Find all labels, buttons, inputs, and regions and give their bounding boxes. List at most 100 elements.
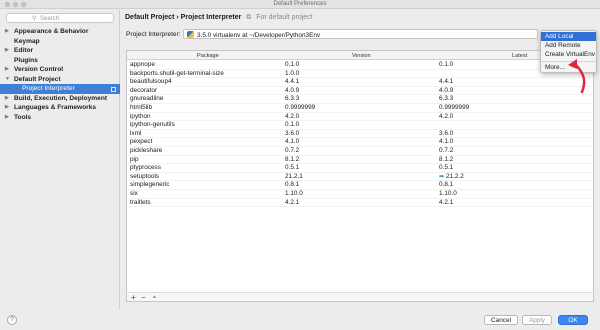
- sidebar-item-default-project[interactable]: ▼ Default Project: [0, 75, 120, 85]
- column-header-latest[interactable]: Latest: [512, 53, 527, 59]
- package-version: 1.10.0: [285, 189, 303, 197]
- sidebar-item-build[interactable]: ▶ Build, Execution, Deployment: [0, 94, 120, 104]
- table-row[interactable]: appnope 0.1.0 0.1.0: [127, 61, 593, 70]
- sidebar-item-keymap[interactable]: Keymap: [0, 37, 120, 47]
- package-name: ptyprocess: [130, 164, 161, 172]
- table-row[interactable]: six 1.10.0 1.10.0: [127, 190, 593, 199]
- annotation-arrow-icon: [568, 59, 586, 94]
- apply-button[interactable]: Apply: [522, 315, 552, 325]
- table-row[interactable]: pip 8.1.2 8.1.2: [127, 156, 593, 165]
- package-version: 0.9999999: [285, 103, 316, 111]
- package-version: 4.0.9: [285, 86, 300, 94]
- remove-package-button[interactable]: −: [141, 293, 146, 302]
- chevron-right-icon[interactable]: ▶: [5, 94, 9, 104]
- interpreter-label: Project Interpreter:: [126, 31, 181, 38]
- settings-sidebar: ⚲ Search ▶ Appearance & Behavior Keymap …: [0, 10, 120, 310]
- table-row[interactable]: decorator 4.0.9 4.0.9: [127, 87, 593, 96]
- menu-item-add-local[interactable]: Add Local: [541, 32, 596, 42]
- table-row[interactable]: html5lib 0.9999999 0.9999999: [127, 104, 593, 113]
- sidebar-item-appearance[interactable]: ▶ Appearance & Behavior: [0, 27, 120, 37]
- table-row[interactable]: pickleshare 0.7.2 0.7.2: [127, 147, 593, 156]
- package-name: pexpect: [130, 138, 153, 146]
- package-latest: 4.2.0: [439, 112, 454, 120]
- package-name: ipython-genutils: [130, 121, 175, 129]
- table-row[interactable]: simplegeneric 0.8.1 0.8.1: [127, 181, 593, 190]
- package-version: 0.1.0: [285, 61, 300, 68]
- project-scope-icon: ⧉: [246, 14, 252, 21]
- package-latest: 3.6.0: [439, 129, 454, 137]
- package-version: 1.0.0: [285, 69, 300, 77]
- column-header-version[interactable]: Version: [352, 53, 371, 59]
- table-row[interactable]: beautifulsoup4 4.4.1 4.4.1: [127, 78, 593, 87]
- package-version: 8.1.2: [285, 155, 300, 163]
- package-version: 3.6.0: [285, 129, 300, 137]
- package-latest-cell: 0.5.1: [439, 164, 453, 173]
- table-row[interactable]: backports.shutil-get-terminal-size 1.0.0: [127, 70, 593, 79]
- chevron-right-icon[interactable]: ▶: [5, 27, 9, 37]
- package-latest-cell: 6.3.3: [439, 95, 453, 104]
- breadcrumb-note: For default project: [256, 14, 313, 21]
- sidebar-item-editor[interactable]: ▶ Editor: [0, 46, 120, 56]
- cancel-button[interactable]: Cancel: [484, 315, 518, 325]
- upgrade-available-icon: ➡: [439, 173, 445, 180]
- sidebar-item-languages[interactable]: ▶ Languages & Frameworks: [0, 103, 120, 113]
- package-name: html5lib: [130, 103, 153, 111]
- sidebar-item-version-control[interactable]: ▶ Version Control: [0, 65, 120, 75]
- package-name: appnope: [130, 61, 155, 68]
- package-latest-cell: 4.4.1: [439, 78, 453, 87]
- search-input[interactable]: ⚲ Search: [6, 13, 114, 23]
- chevron-right-icon[interactable]: ▶: [5, 46, 9, 56]
- ok-button[interactable]: OK: [558, 315, 588, 325]
- chevron-right-icon[interactable]: ▶: [5, 103, 9, 113]
- sidebar-item-label: Project Interpreter: [22, 85, 75, 92]
- sidebar-item-plugins[interactable]: Plugins: [0, 56, 120, 66]
- table-row[interactable]: lxml 3.6.0 3.6.0: [127, 130, 593, 139]
- table-row[interactable]: ipython-genutils 0.1.0: [127, 121, 593, 130]
- table-toolbar: + − ▲: [127, 292, 593, 302]
- package-name: setuptools: [130, 172, 160, 180]
- table-body: appnope 0.1.0 0.1.0 backports.shutil-get-te…: [127, 61, 593, 208]
- interpreter-select[interactable]: 3.5.0 virtualenv at ~/Developer/Python3E…: [183, 29, 538, 39]
- add-package-button[interactable]: +: [131, 293, 136, 302]
- sidebar-item-tools[interactable]: ▶ Tools: [0, 113, 120, 123]
- table-row[interactable]: ipython 4.2.0 4.2.0: [127, 113, 593, 122]
- sidebar-item-project-interpreter[interactable]: Project Interpreter: [0, 84, 120, 94]
- preferences-window: Default Preferences ⚲ Search ▶ Appearanc…: [0, 0, 600, 330]
- package-version: 0.8.1: [285, 181, 300, 189]
- breadcrumb: Default Project › Project Interpreter ⧉ …: [125, 14, 313, 22]
- package-version: 21.2.1: [285, 172, 303, 180]
- sidebar-item-label: Default Project: [14, 75, 61, 83]
- chevron-down-icon[interactable]: ▼: [5, 75, 10, 85]
- chevron-right-icon[interactable]: ▶: [5, 65, 9, 75]
- sidebar-item-label: Build, Execution, Deployment: [14, 94, 108, 102]
- package-version: 0.1.0: [285, 121, 300, 129]
- menu-item-add-remote[interactable]: Add Remote: [541, 41, 596, 50]
- table-row[interactable]: gnureadline 6.3.3 6.3.3: [127, 95, 593, 104]
- package-latest: 1.10.0: [439, 189, 457, 197]
- package-version: 4.1.0: [285, 138, 300, 146]
- upgrade-package-button[interactable]: ▲: [152, 293, 157, 302]
- package-latest-cell: 0.9999999: [439, 104, 469, 113]
- sidebar-item-label: Tools: [14, 113, 32, 121]
- package-latest: 21.2.2: [446, 172, 464, 180]
- package-latest-cell: 4.2.0: [439, 113, 453, 122]
- chevron-right-icon[interactable]: ▶: [5, 113, 9, 123]
- table-row[interactable]: pexpect 4.1.0 4.1.0: [127, 138, 593, 147]
- package-latest-cell: 0.1.0: [439, 61, 453, 70]
- table-row[interactable]: setuptools 21.2.1 ➡ 21.2.2: [127, 173, 593, 182]
- package-latest-cell: 3.6.0: [439, 130, 453, 139]
- sidebar-item-label: Languages & Frameworks: [14, 104, 97, 111]
- window-title: Default Preferences: [273, 1, 327, 7]
- package-latest: 8.1.2: [439, 155, 454, 163]
- table-header: Package Version Latest: [127, 51, 593, 60]
- package-version: 0.7.2: [285, 146, 300, 154]
- title-bar: Default Preferences: [0, 0, 600, 9]
- package-name: backports.shutil-get-terminal-size: [130, 69, 224, 77]
- help-button[interactable]: ?: [7, 315, 17, 325]
- column-header-package[interactable]: Package: [197, 53, 219, 59]
- package-name: pip: [130, 155, 139, 163]
- table-row[interactable]: ptyprocess 0.5.1 0.5.1: [127, 164, 593, 173]
- packages-table: Package Version Latest appnope 0.1.0 0.1.0…: [126, 50, 594, 302]
- table-row[interactable]: traitlets 4.2.1 4.2.1: [127, 199, 593, 208]
- package-version: 4.2.1: [285, 198, 300, 206]
